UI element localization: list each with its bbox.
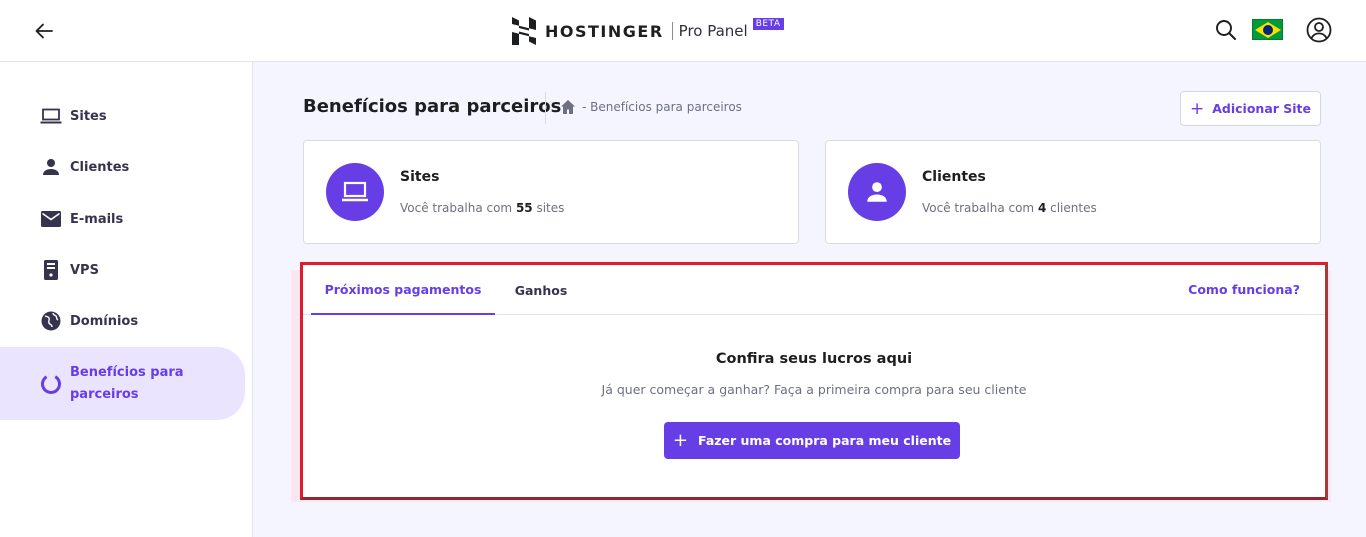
sidebar-item-label: VPS (70, 262, 99, 278)
sites-count: 55 (515, 201, 533, 215)
breadcrumb: - Benefícios para parceiros (560, 99, 742, 115)
search-icon[interactable] (1211, 15, 1241, 45)
tab-bar: Próximos pagamentos Ganhos Como funciona… (303, 265, 1325, 315)
plus-icon: + (1189, 98, 1205, 119)
card-title: Clientes (922, 169, 986, 185)
laptop-icon (40, 105, 62, 127)
server-icon (40, 259, 62, 281)
make-purchase-label: Fazer uma compra para meu cliente (698, 433, 952, 448)
ring-icon (40, 373, 62, 395)
empty-state-subtitle: Já quer começar a ganhar? Faça a primeir… (601, 382, 1027, 397)
sites-card[interactable]: Sites Você trabalha com 55 sites (303, 140, 799, 244)
card-subtitle: Você trabalha com 4 clientes (922, 201, 1097, 215)
sidebar-item-label: E-mails (70, 211, 124, 227)
person-icon (848, 163, 906, 221)
add-site-button[interactable]: + Adicionar Site (1180, 91, 1321, 126)
sidebar-item-label: Clientes (70, 159, 130, 175)
page-title: Benefícios para parceiros (303, 96, 562, 117)
empty-state-title: Confira seus lucros aqui (715, 351, 913, 367)
sidebar-item-dominios[interactable]: Domínios (0, 310, 245, 332)
beta-badge: BETA (752, 18, 784, 30)
globe-icon (40, 310, 62, 332)
make-purchase-button[interactable]: + Fazer uma compra para meu cliente (664, 422, 960, 459)
sidebar-item-clientes[interactable]: Clientes (0, 156, 245, 178)
sidebar-item-vps[interactable]: VPS (0, 259, 245, 281)
account-icon[interactable] (1304, 15, 1334, 45)
person-icon (40, 156, 62, 178)
add-site-label: Adicionar Site (1212, 101, 1312, 116)
sidebar-item-label: Sites (70, 108, 107, 124)
how-it-works-link[interactable]: Como funciona? (1188, 282, 1300, 297)
sidebar-item-sites[interactable]: Sites (0, 105, 245, 127)
title-divider (545, 92, 546, 124)
back-arrow-icon[interactable] (30, 17, 58, 45)
sidebar: Sites Clientes E-mails VPS Domínios Bene… (0, 62, 253, 537)
hostinger-logo-icon (512, 17, 536, 45)
clientes-card[interactable]: Clientes Você trabalha com 4 clientes (825, 140, 1321, 244)
tab-proximos-pagamentos[interactable]: Próximos pagamentos (311, 265, 495, 315)
sidebar-item-label: Domínios (70, 313, 139, 329)
brand-name: HOSTINGER (545, 21, 664, 41)
home-icon[interactable] (560, 99, 576, 115)
sidebar-item-beneficios[interactable]: Benefícios para parceiros (0, 347, 245, 420)
envelope-icon (40, 208, 62, 230)
sidebar-item-label: Benefícios para parceiros (70, 364, 184, 402)
top-bar: HOSTINGER Pro Panel BETA (0, 0, 1366, 62)
plus-icon: + (672, 430, 689, 451)
sidebar-item-emails[interactable]: E-mails (0, 208, 245, 230)
card-subtitle: Você trabalha com 55 sites (400, 201, 565, 215)
brand-divider (671, 22, 673, 40)
breadcrumb-current: - Benefícios para parceiros (582, 100, 742, 114)
brazil-flag-icon[interactable] (1252, 19, 1283, 40)
card-title: Sites (400, 169, 440, 185)
laptop-icon (326, 163, 384, 221)
panel-name: Pro Panel (678, 22, 748, 40)
earnings-panel: Próximos pagamentos Ganhos Como funciona… (300, 262, 1328, 500)
brand[interactable]: HOSTINGER Pro Panel BETA (512, 14, 784, 48)
tab-ganhos[interactable]: Ganhos (503, 265, 579, 315)
